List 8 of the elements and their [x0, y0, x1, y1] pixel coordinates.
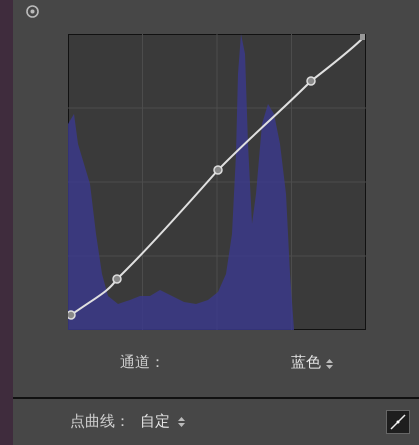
- channel-dropdown[interactable]: 蓝色: [291, 352, 333, 375]
- up-down-arrows-icon: [178, 417, 185, 427]
- point-curve-label: 点曲线：: [70, 412, 130, 432]
- point-curve-dropdown[interactable]: 自定: [140, 410, 185, 434]
- target-icon[interactable]: [26, 5, 39, 18]
- channel-label: 通道：: [120, 353, 165, 374]
- up-down-arrows-icon: [326, 358, 333, 368]
- curve-edit-button[interactable]: [386, 410, 410, 434]
